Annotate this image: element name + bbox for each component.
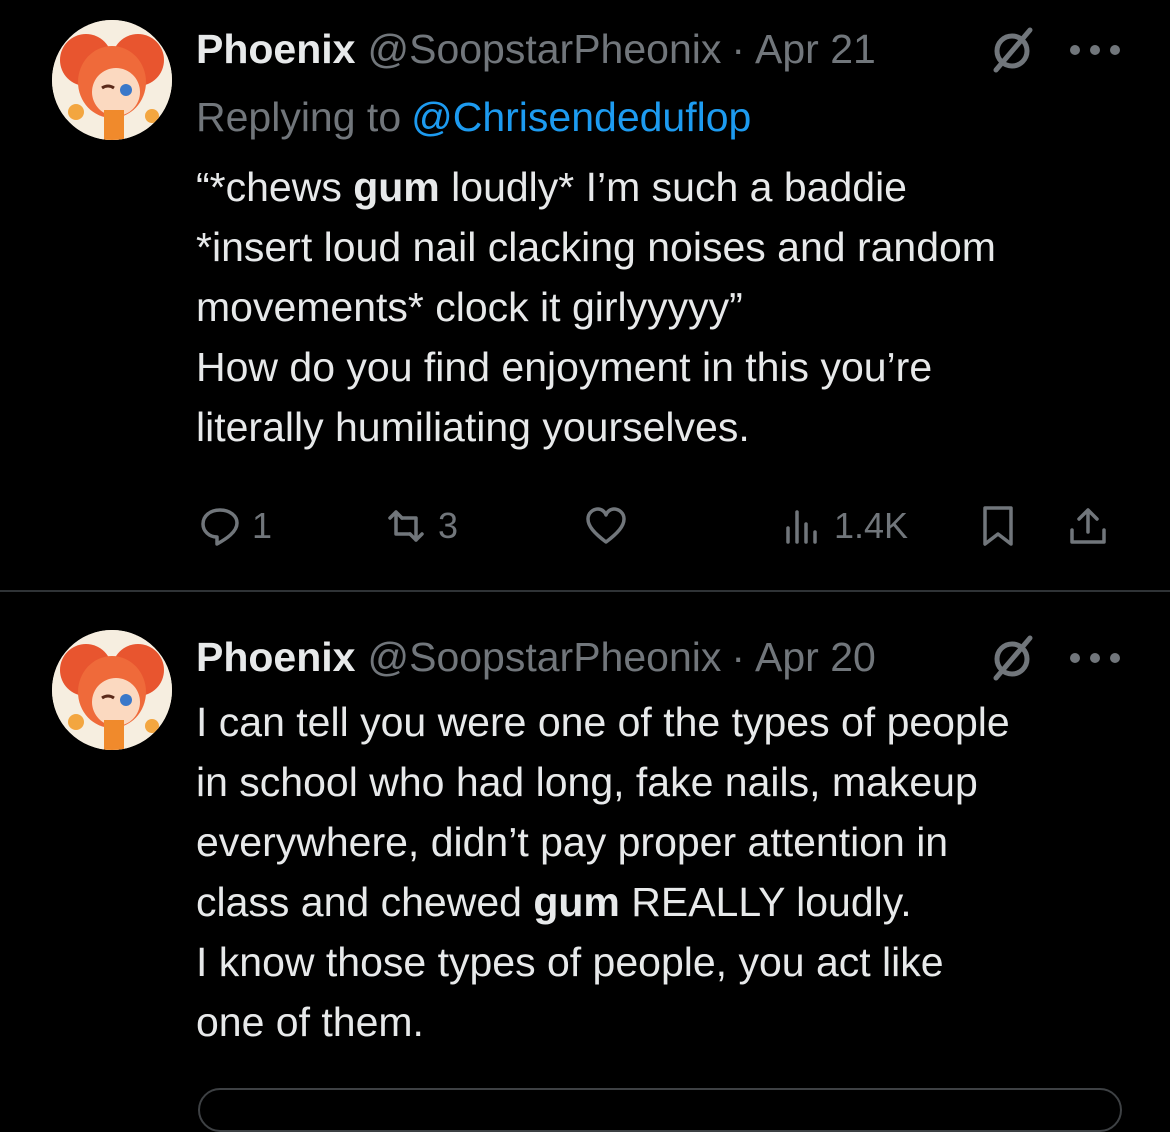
replying-to-mention[interactable]: @Chrisendeduflop bbox=[411, 94, 751, 140]
text-run: literally humiliating yourselves. bbox=[196, 404, 750, 450]
tweet-header: Phoenix @SoopstarPheonix · Apr 20 bbox=[196, 629, 876, 685]
text-run: one of them. bbox=[196, 999, 424, 1045]
author-handle[interactable]: @SoopstarPheonix bbox=[367, 634, 721, 681]
grok-icon[interactable] bbox=[986, 632, 1038, 684]
heart-icon bbox=[586, 507, 626, 544]
share-button[interactable] bbox=[1066, 496, 1110, 556]
replying-to: Replying to @Chrisendeduflop bbox=[196, 94, 751, 141]
tweet-text-line: movements* clock it girlyyyyy” bbox=[196, 277, 1136, 337]
separator: · bbox=[731, 633, 746, 680]
avatar[interactable] bbox=[52, 630, 172, 750]
tweet-text-line: How do you find enjoyment in this you’re bbox=[196, 337, 1136, 397]
text-run: I know those types of people, you act li… bbox=[196, 939, 944, 985]
author-name[interactable]: Phoenix bbox=[196, 634, 355, 681]
text-run: REALLY loudly. bbox=[619, 879, 912, 925]
like-button[interactable] bbox=[584, 496, 628, 556]
tweet-text-line: I know those types of people, you act li… bbox=[196, 932, 1136, 992]
views-icon bbox=[786, 510, 817, 544]
tweet-text: “*chews gum loudly* I’m such a baddie *in… bbox=[196, 157, 1136, 457]
tweet-text-line: in school who had long, fake nails, make… bbox=[196, 752, 1136, 812]
tweet-text: I can tell you were one of the types of … bbox=[196, 692, 1136, 1052]
replying-prefix: Replying to bbox=[196, 94, 402, 140]
tweet-text-line: literally humiliating yourselves. bbox=[196, 397, 1136, 457]
separator: · bbox=[731, 25, 746, 72]
bookmark-button[interactable] bbox=[976, 496, 1020, 556]
avatar-image bbox=[52, 630, 172, 750]
avatar[interactable] bbox=[52, 20, 172, 140]
tweet-text-line: class and chewed gum REALLY loudly. bbox=[196, 872, 1136, 932]
tweet-date[interactable]: Apr 20 bbox=[755, 634, 876, 681]
tweet[interactable]: Phoenix @SoopstarPheonix · Apr 21 Replyi… bbox=[0, 0, 1170, 590]
retweet-count: 3 bbox=[438, 505, 459, 546]
text-run: loudly* I’m such a baddie bbox=[439, 164, 907, 210]
tweet-header: Phoenix @SoopstarPheonix · Apr 21 bbox=[196, 21, 876, 77]
tweet-date[interactable]: Apr 21 bbox=[755, 26, 876, 73]
retweet-button[interactable]: 3 bbox=[384, 496, 458, 556]
reply-composer[interactable] bbox=[198, 1088, 1122, 1132]
tweet[interactable]: Phoenix @SoopstarPheonix · Apr 20 I can … bbox=[0, 592, 1170, 1099]
action-bar: 1 3 1.4K bbox=[0, 496, 1170, 556]
tweet-text-line: *insert loud nail clacking noises and ra… bbox=[196, 217, 1136, 277]
retweet-icon bbox=[388, 510, 424, 542]
text-run: *insert loud nail clacking noises and ra… bbox=[196, 224, 996, 270]
tweet-text-line: I can tell you were one of the types of … bbox=[196, 692, 1136, 752]
tweet-text-line: one of them. bbox=[196, 992, 1136, 1052]
text-run: “*chews bbox=[196, 164, 354, 210]
more-icon[interactable] bbox=[1066, 648, 1124, 668]
reply-button[interactable]: 1 bbox=[198, 496, 272, 556]
tweet-text-line: “*chews gum loudly* I’m such a baddie bbox=[196, 157, 1136, 217]
author-name[interactable]: Phoenix bbox=[196, 26, 355, 73]
reply-count: 1 bbox=[252, 505, 273, 546]
bold-text: gum bbox=[353, 164, 440, 210]
share-icon bbox=[1070, 508, 1106, 544]
more-icon[interactable] bbox=[1066, 40, 1124, 60]
bold-text: gum bbox=[533, 879, 620, 925]
text-run: in school who had long, fake nails, make… bbox=[196, 759, 978, 805]
text-run: How do you find enjoyment in this you’re bbox=[196, 344, 933, 390]
reply-icon bbox=[201, 508, 239, 546]
avatar-image bbox=[52, 20, 172, 140]
text-run: everywhere, didn’t pay proper attention … bbox=[196, 819, 949, 865]
views-count: 1.4K bbox=[834, 505, 909, 546]
tweet-text-line: everywhere, didn’t pay proper attention … bbox=[196, 812, 1136, 872]
bookmark-icon bbox=[983, 506, 1013, 546]
text-run: class and chewed bbox=[196, 879, 534, 925]
author-handle[interactable]: @SoopstarPheonix bbox=[367, 26, 721, 73]
views-button[interactable]: 1.4K bbox=[780, 496, 908, 556]
text-run: I can tell you were one of the types of … bbox=[196, 699, 1010, 745]
text-run: movements* clock it girlyyyyy” bbox=[196, 284, 743, 330]
grok-icon[interactable] bbox=[986, 24, 1038, 76]
